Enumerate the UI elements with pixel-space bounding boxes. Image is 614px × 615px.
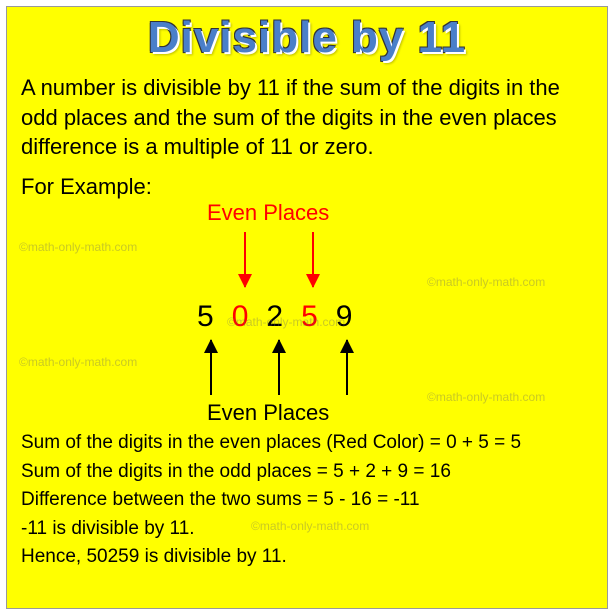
result-line: Difference between the two sums = 5 - 16…	[21, 487, 593, 514]
watermark-text: ©math-only-math.com	[19, 240, 137, 254]
even-places-top-label: Even Places	[207, 200, 329, 226]
watermark-text: ©math-only-math.com	[427, 390, 545, 404]
result-line: Sum of the digits in the odd places = 5 …	[21, 459, 593, 486]
result-line: Hence, 50259 is divisible by 11.	[21, 544, 593, 571]
result-line: Sum of the digits in the even places (Re…	[21, 430, 593, 457]
intro-text: A number is divisible by 11 if the sum o…	[7, 73, 607, 162]
results-block: Sum of the digits in the even places (Re…	[7, 430, 607, 590]
lesson-card: Divisible by 11 A number is divisible by…	[6, 6, 608, 609]
watermark-text: ©math-only-math.com	[427, 275, 545, 289]
up-arrow-icon	[210, 340, 212, 395]
down-arrow-icon	[312, 232, 314, 287]
watermark-text: ©math-only-math.com	[19, 355, 137, 369]
page-title: Divisible by 11	[7, 13, 607, 63]
down-arrow-icon	[244, 232, 246, 287]
watermark-text: ©math-only-math.com	[251, 518, 614, 535]
watermark-text: ©math-only-math.com	[227, 315, 345, 329]
example-label: For Example:	[7, 162, 607, 200]
up-arrow-icon	[278, 340, 280, 395]
even-places-bottom-label: Even Places	[207, 400, 329, 426]
up-arrow-icon	[346, 340, 348, 395]
number-diagram: Even Places 50259 Even Places ©math-only…	[7, 200, 607, 430]
